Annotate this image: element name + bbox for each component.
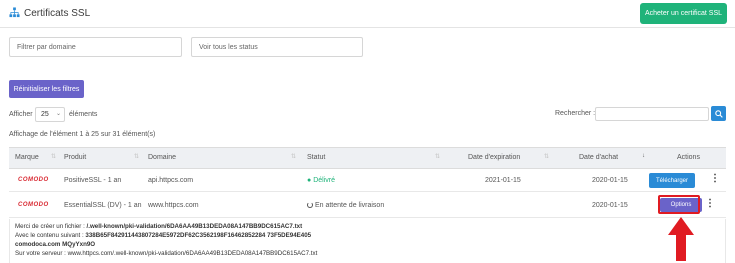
sort-icon[interactable]: ⇅ xyxy=(435,153,440,160)
expiration-cell: 2021-01-15 xyxy=(485,177,521,184)
download-button[interactable]: Télécharger xyxy=(649,173,695,188)
sort-icon[interactable]: ⇅ xyxy=(134,153,139,160)
domain-cell: www.httpcs.com xyxy=(148,202,199,209)
detail-line-file: Merci de créer un fichier : /.well-known… xyxy=(15,223,302,230)
column-header-actions: Actions xyxy=(677,154,700,161)
validation-details: Merci de créer un fichier : /.well-known… xyxy=(9,219,726,263)
more-options-icon[interactable]: ⋮ xyxy=(705,199,715,209)
search-label: Rechercher : xyxy=(555,110,596,117)
purchase-cell: 2020-01-15 xyxy=(592,177,628,184)
purchase-cell: 2020-01-15 xyxy=(592,202,628,209)
detail-file-prefix: Merci de créer un fichier : xyxy=(15,223,87,230)
status-dot-icon: ● xyxy=(307,177,312,184)
entries-label: éléments xyxy=(69,111,98,118)
column-header-product[interactable]: Produit xyxy=(64,154,86,161)
detail-line-ca: comodoca.com MQyYxn9O xyxy=(15,241,96,248)
buy-certificate-button[interactable]: Acheter un certificat SSL xyxy=(640,3,727,24)
sitemap-icon xyxy=(9,7,20,18)
arrow-up-icon xyxy=(668,217,694,261)
product-cell: EssentialSSL (DV) - 1 an xyxy=(64,202,142,209)
status-cell: ● Délivré xyxy=(307,177,335,184)
comodo-logo: COMODO xyxy=(18,177,49,183)
column-header-purchase[interactable]: Date d'achat xyxy=(579,154,618,161)
column-header-brand[interactable]: Marque xyxy=(15,154,39,161)
reset-filters-button[interactable]: Réinitialiser les filtres xyxy=(9,80,84,98)
search-button[interactable] xyxy=(711,106,726,121)
sort-icon[interactable]: ⇅ xyxy=(51,153,56,160)
column-header-expiration[interactable]: Date d'expiration xyxy=(468,154,520,161)
status-text: Délivré xyxy=(313,177,335,184)
loading-spinner-icon xyxy=(307,202,313,208)
domain-filter-placeholder: Filtrer par domaine xyxy=(17,43,76,51)
detail-line-content: Avec le contenu suivant : 338B65F8429114… xyxy=(15,232,311,239)
product-cell: PositiveSSL - 1 an xyxy=(64,177,122,184)
column-header-status[interactable]: Statut xyxy=(307,154,325,161)
more-options-icon[interactable]: ⋮ xyxy=(710,174,720,184)
comodo-logo: COMODO xyxy=(18,202,49,208)
header-divider xyxy=(0,27,735,28)
detail-content-prefix: Avec le contenu suivant : xyxy=(15,232,86,239)
sort-icon[interactable]: ⇅ xyxy=(544,153,549,160)
domain-cell: api.httpcs.com xyxy=(148,177,194,184)
column-header-domain[interactable]: Domaine xyxy=(148,154,176,161)
highlight-box xyxy=(658,195,700,214)
search-input[interactable] xyxy=(595,107,709,121)
status-filter-placeholder: Voir tous les status xyxy=(199,43,258,51)
status-text: En attente de livraison xyxy=(314,202,385,209)
chevron-down-icon: ⌄ xyxy=(55,111,61,117)
sort-icon[interactable]: ⇅ xyxy=(291,153,296,160)
table-row: COMODO PositiveSSL - 1 an api.httpcs.com… xyxy=(9,169,726,192)
table-row: COMODO EssentialSSL (DV) - 1 an www.http… xyxy=(9,193,726,218)
page-size-value: 25 xyxy=(41,111,49,118)
table-info: Affichage de l'élément 1 à 25 sur 31 élé… xyxy=(9,131,156,138)
status-filter-select[interactable]: Voir tous les status xyxy=(191,37,363,57)
domain-filter-select[interactable]: Filtrer par domaine xyxy=(9,37,182,57)
detail-line-server: Sur votre serveur : www.httpcs.com/.well… xyxy=(15,250,318,257)
page-title: Certificats SSL xyxy=(24,8,91,19)
page-size-select[interactable]: 25 ⌄ xyxy=(35,107,65,122)
detail-file-path: /.well-known/pki-validation/6DA6AA49B13D… xyxy=(86,223,303,230)
table-header: Marque ⇅ Produit ⇅ Domaine ⇅ Statut ⇅ Da… xyxy=(9,147,726,169)
sort-desc-icon[interactable]: ↓ xyxy=(642,153,645,159)
search-icon xyxy=(714,109,723,118)
status-cell: En attente de livraison xyxy=(307,202,384,209)
show-label: Afficher xyxy=(9,111,33,118)
detail-content-hash: 338B65F842911443807284E5972DF62C3562198F… xyxy=(85,232,312,239)
